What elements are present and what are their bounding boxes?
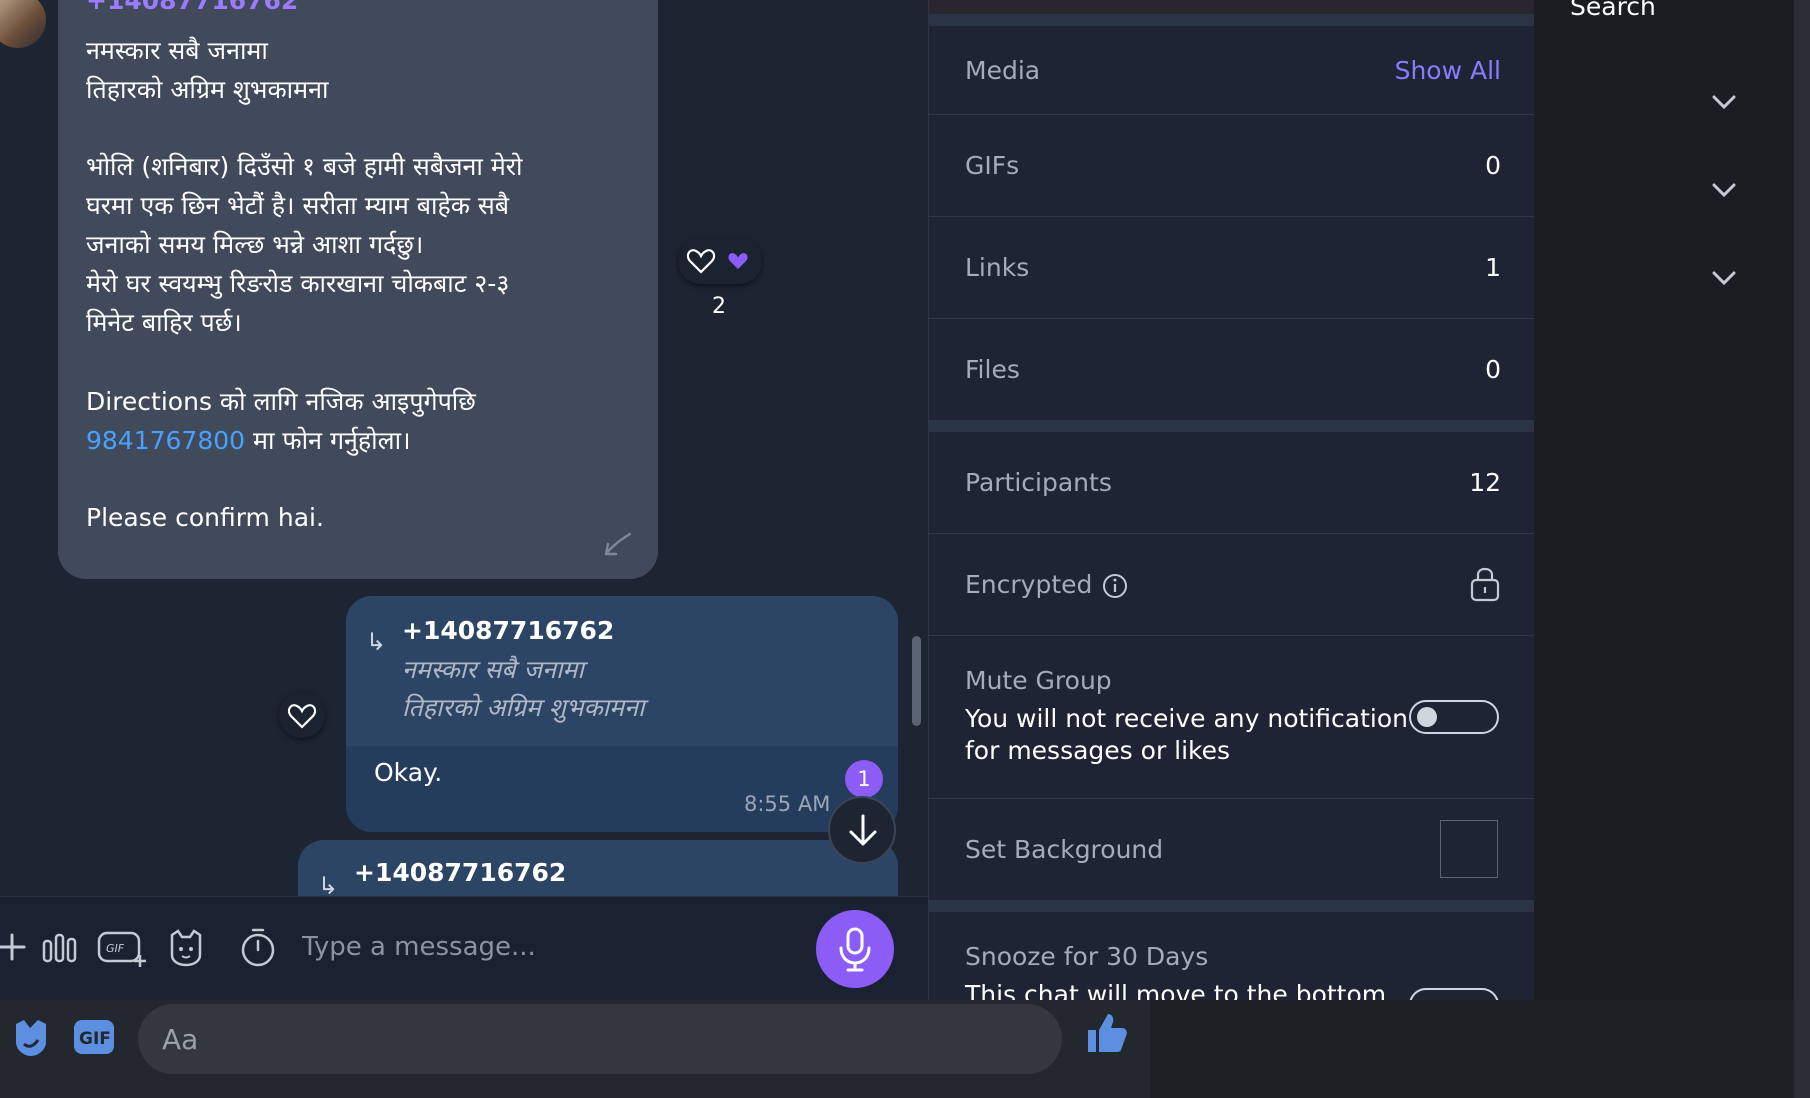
mute-description: You will not receive any notification [965,704,1408,733]
svg-text:GIF: GIF [79,1029,111,1049]
participants-count: 12 [1469,468,1501,497]
quoted-sender: +14087716762 [354,858,567,887]
message-line: तिहारको अग्रिम शुभकामना [86,75,329,104]
links-label: Links [965,253,1030,282]
chat-pane: +14087716762 नमस्कार सबै जनामा तिहारको अ… [0,0,928,896]
participants-row[interactable]: Participants 12 [929,432,1535,534]
voice-record-button[interactable] [816,910,894,988]
microphone-icon [839,927,871,972]
encrypted-row: Encrypted [929,534,1535,636]
window-edge [1794,0,1810,1098]
gifs-count: 0 [1485,151,1501,180]
like-button[interactable] [279,692,325,738]
chevron-down-icon[interactable] [1710,92,1738,112]
message-line: मेरो घर स्वयम्भु रिङरोड कारखाना चोकबाट २… [86,269,510,298]
gif-icon[interactable]: GIF [96,925,148,969]
message-line: भोलि (शनिबार) दिउँसो १ बजे हामी सबैजना म… [86,152,523,181]
message-line: मिनेट बाहिर पर्छ। [86,308,242,337]
files-label: Files [965,355,1020,384]
reply-arrow-icon: ↳ [366,628,387,656]
snooze-title: Snooze for 30 Days [965,942,1209,971]
outgoing-message-bubble[interactable]: ↳ +14087716762 नमस्कार सबै जनामा तिहारको… [346,596,898,832]
chat-scrollbar[interactable] [912,636,921,726]
sticker-icon[interactable] [164,925,208,969]
show-all-link[interactable]: Show All [1395,56,1501,85]
scroll-to-bottom-button[interactable] [828,796,896,864]
avatar[interactable] [0,0,46,48]
quoted-line: नमस्कार सबै जनामा [402,655,584,684]
gif-icon[interactable]: GIF [72,1018,116,1056]
reaction-count: 2 [712,294,726,319]
heart-filled-icon [728,253,748,270]
messenger-bar-right [1150,1000,1794,1098]
message-line-with-phone: 9841767800 मा फोन गर्नुहोला। [86,422,411,460]
right-sidebar: Search [1534,0,1794,1000]
info-icon[interactable] [1101,572,1129,600]
participants-label: Participants [965,468,1112,497]
message-line: जनाको समय मिल्छ भन्ने आशा गर्दछु। [86,230,424,259]
section-divider [929,14,1535,26]
header-image-strip [929,0,1535,14]
lock-icon [1470,567,1500,602]
snooze-row: Snooze for 30 Days This chat will move t… [929,912,1535,1000]
reply-icon[interactable] [600,530,634,560]
message-line: Directions को लागि नजिक आइपुगेपछि [86,387,476,416]
background-label: Set Background [965,835,1164,864]
message-input[interactable] [300,918,784,976]
message-sender[interactable]: +14087716762 [86,0,298,15]
conversation-details-panel: Media Show All GIFs 0 Links 1 Files 0 Pa… [928,0,1536,1000]
unread-badge: 1 [845,760,883,798]
message-time: 8:55 AM [744,792,831,816]
arrow-down-icon [849,814,877,846]
section-divider [929,420,1535,432]
messenger-input[interactable] [138,1004,1062,1074]
mute-group-row: Mute Group You will not receive any noti… [929,636,1535,799]
section-divider [929,900,1535,912]
files-count: 0 [1485,355,1501,384]
set-background-row[interactable]: Set Background [929,799,1535,901]
message-line: घरमा एक छिन भेटौं है। सरीता म्याम बाहेक … [86,191,510,220]
quoted-line: तिहारको अग्रिम शुभकामना [402,693,645,722]
chevron-down-icon[interactable] [1710,268,1738,288]
gifs-label: GIFs [965,151,1020,180]
heart-outline-icon [287,704,317,729]
search-label[interactable]: Search [1570,0,1656,21]
quoted-sender: +14087716762 [402,616,615,645]
message-text: Okay. [374,758,443,787]
heart-outline-icon [686,249,716,274]
mute-description: for messages or likes [965,736,1231,765]
phone-link[interactable]: 9841767800 [86,426,245,455]
svg-text:GIF: GIF [106,942,125,955]
gifs-row[interactable]: GIFs 0 [929,115,1535,217]
media-label: Media [965,56,1041,85]
snooze-description: This chat will move to the bottom [965,980,1387,1000]
snooze-toggle[interactable] [1409,988,1499,1000]
background-swatch[interactable] [1440,820,1498,878]
mute-title: Mute Group [965,666,1112,695]
chevron-down-icon[interactable] [1710,180,1738,200]
poll-icon[interactable] [38,925,82,969]
thumbs-up-icon[interactable] [1084,1010,1130,1056]
encrypted-label: Encrypted [965,570,1093,599]
files-row[interactable]: Files 0 [929,319,1535,420]
mute-toggle[interactable] [1409,700,1499,734]
timer-icon[interactable] [236,925,280,969]
media-row: Media Show All [929,26,1535,115]
message-line: नमस्कार सबै जनामा [86,36,268,65]
outgoing-message-bubble[interactable]: ↳ +14087716762 [298,840,898,896]
quoted-message[interactable]: ↳ +14087716762 नमस्कार सबै जनामा तिहारको… [346,596,898,746]
plus-icon[interactable] [0,925,34,969]
message-line: Please confirm hai. [86,503,324,532]
reply-arrow-icon: ↳ [318,872,339,896]
reaction-pill[interactable] [678,238,762,284]
message-line: मा फोन गर्नुहोला। [253,426,411,455]
links-row[interactable]: Links 1 [929,217,1535,319]
links-count: 1 [1485,253,1501,282]
sticker-icon[interactable] [12,1018,50,1058]
